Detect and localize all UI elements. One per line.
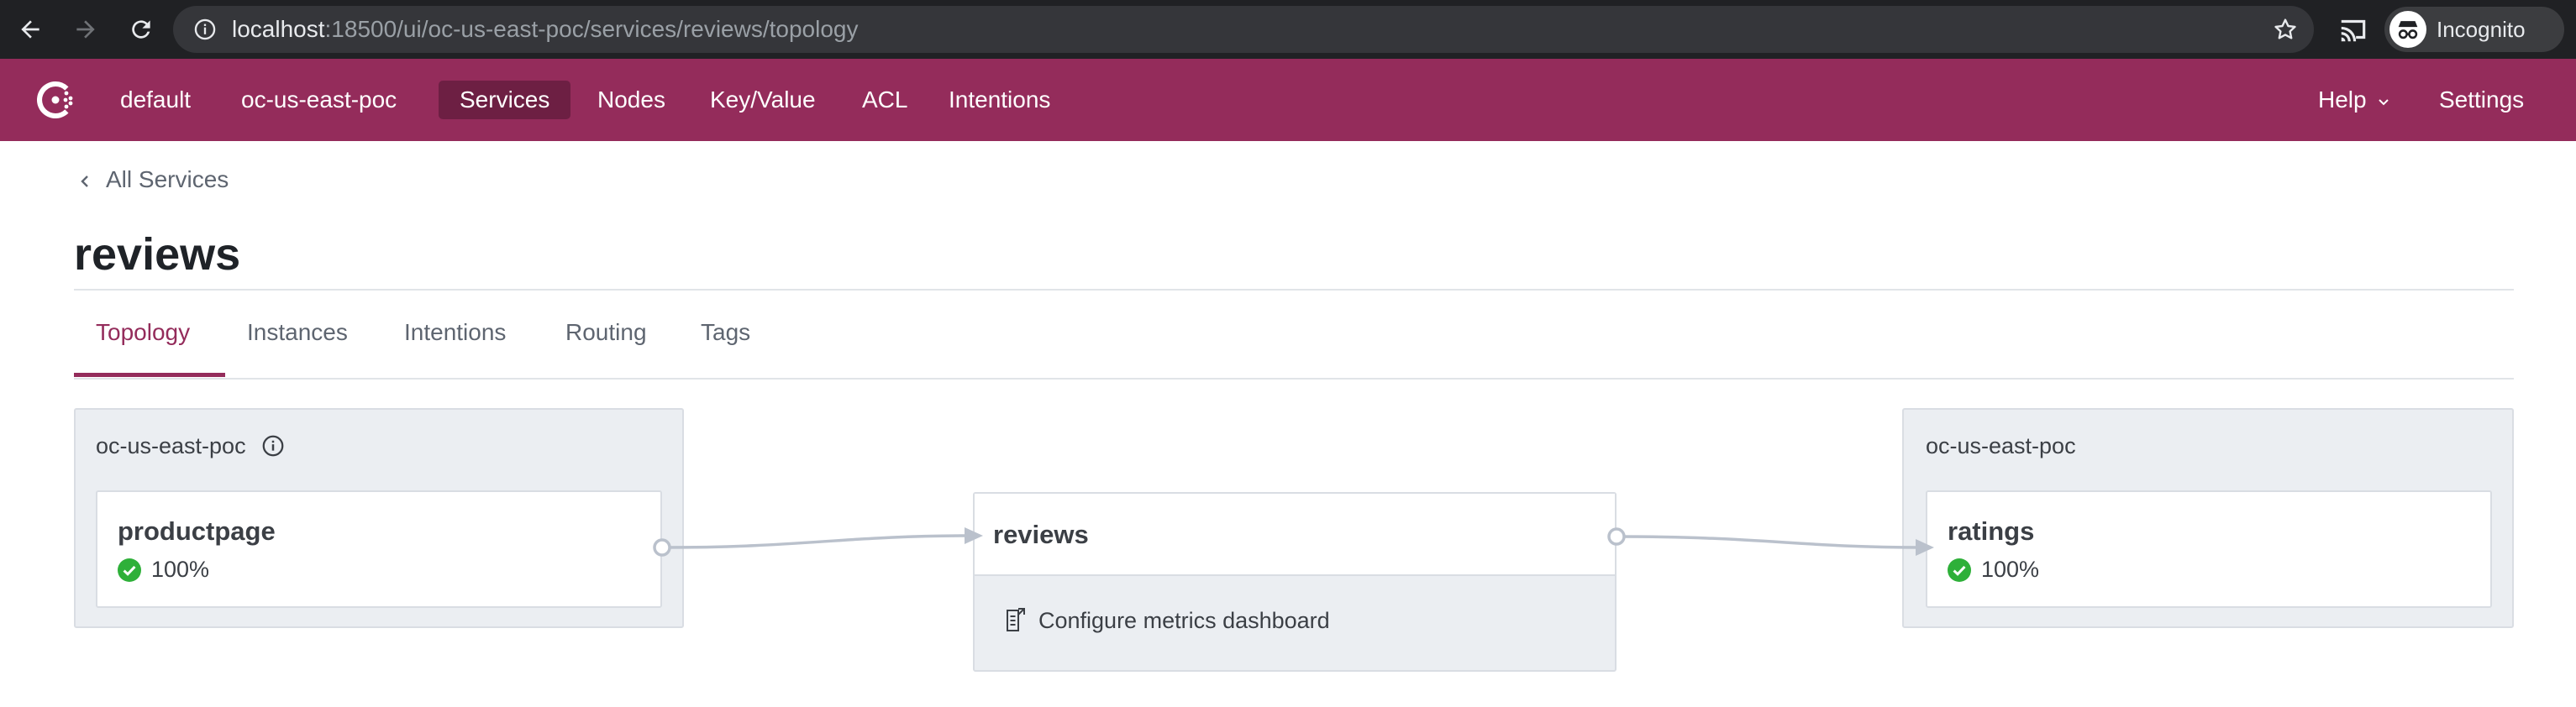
breadcrumb-all-services[interactable]: All Services: [106, 166, 229, 192]
tab-instances[interactable]: Instances: [247, 317, 348, 380]
datacenter-name: oc-us-east-poc: [96, 433, 246, 458]
health-status: 100%: [118, 556, 209, 583]
service-name: reviews: [993, 520, 1089, 549]
docs-link-icon: [1007, 608, 1025, 631]
main-nav: default oc-us-east-poc Services Nodes Ke…: [0, 59, 2576, 141]
center-service-header: reviews: [975, 494, 1615, 576]
divider: [74, 378, 2514, 380]
url-path: :18500/ui/oc-us-east-poc/services/review…: [324, 16, 859, 42]
downstream-datacenter-panel: oc-us-east-poc ratings 100%: [1902, 408, 2514, 628]
nav-item-intentions[interactable]: Intentions: [928, 81, 1071, 119]
datacenter-label: oc-us-east-poc: [1926, 433, 2076, 458]
back-icon[interactable]: [12, 11, 49, 48]
incognito-icon: [2389, 11, 2426, 48]
address-bar[interactable]: localhost:18500/ui/oc-us-east-poc/servic…: [173, 6, 2314, 53]
link-line: [1616, 535, 1925, 549]
nav-item-datacenter[interactable]: oc-us-east-poc: [220, 81, 418, 119]
service-name[interactable]: productpage: [118, 516, 276, 547]
center-service-card: reviews Configure metrics dashboard: [973, 492, 1617, 672]
health-status: 100%: [1948, 556, 2039, 583]
info-icon[interactable]: [260, 433, 286, 458]
service-card-productpage[interactable]: productpage 100%: [96, 490, 662, 608]
nav-item-acl[interactable]: ACL: [841, 81, 928, 119]
help-label: Help: [2318, 86, 2367, 113]
service-name[interactable]: ratings: [1948, 516, 2034, 547]
consul-logo-icon[interactable]: [32, 76, 79, 123]
metrics-label[interactable]: Configure metrics dashboard: [1038, 608, 1330, 633]
tab-intentions[interactable]: Intentions: [404, 317, 506, 380]
tab-tags[interactable]: Tags: [701, 317, 750, 380]
chevron-down-icon: [2378, 98, 2389, 106]
nav-item-settings[interactable]: Settings: [2418, 81, 2545, 119]
configure-metrics-link[interactable]: Configure metrics dashboard: [1005, 606, 1330, 635]
datacenter-label: oc-us-east-poc: [96, 432, 286, 460]
nav-item-nodes[interactable]: Nodes: [576, 81, 686, 119]
link-line: [661, 534, 975, 549]
health-percent: 100%: [1981, 557, 2040, 582]
divider: [74, 289, 2514, 291]
active-tab-indicator: [74, 373, 225, 377]
forward-icon[interactable]: [67, 11, 104, 48]
page-title: reviews: [74, 229, 241, 280]
nav-item-key-value[interactable]: Key/Value: [689, 81, 837, 119]
star-icon[interactable]: [2272, 16, 2299, 43]
breadcrumb[interactable]: All Services: [79, 165, 229, 195]
tab-routing[interactable]: Routing: [565, 317, 647, 380]
service-card-ratings[interactable]: ratings 100%: [1926, 490, 2492, 608]
profile-label: Incognito: [2437, 17, 2526, 42]
url-host: localhost: [232, 16, 325, 42]
profile-button[interactable]: Incognito: [2384, 7, 2564, 52]
tab-topology[interactable]: Topology: [96, 317, 190, 380]
info-icon[interactable]: [193, 18, 217, 41]
check-circle-icon: [1948, 558, 1971, 582]
help-menu[interactable]: Help: [2297, 81, 2411, 119]
cast-icon[interactable]: [2337, 13, 2369, 45]
upstream-datacenter-panel: oc-us-east-poc productpage 100%: [74, 408, 684, 628]
chevron-left-icon: [81, 175, 88, 187]
nav-item-services[interactable]: Services: [439, 81, 571, 119]
check-circle-icon: [118, 558, 141, 582]
nav-item-datacenter-default[interactable]: default: [99, 81, 212, 119]
reload-icon[interactable]: [123, 11, 160, 48]
health-percent: 100%: [151, 557, 210, 582]
browser-toolbar: localhost:18500/ui/oc-us-east-poc/servic…: [0, 0, 2576, 59]
url-text[interactable]: localhost:18500/ui/oc-us-east-poc/servic…: [232, 6, 859, 53]
